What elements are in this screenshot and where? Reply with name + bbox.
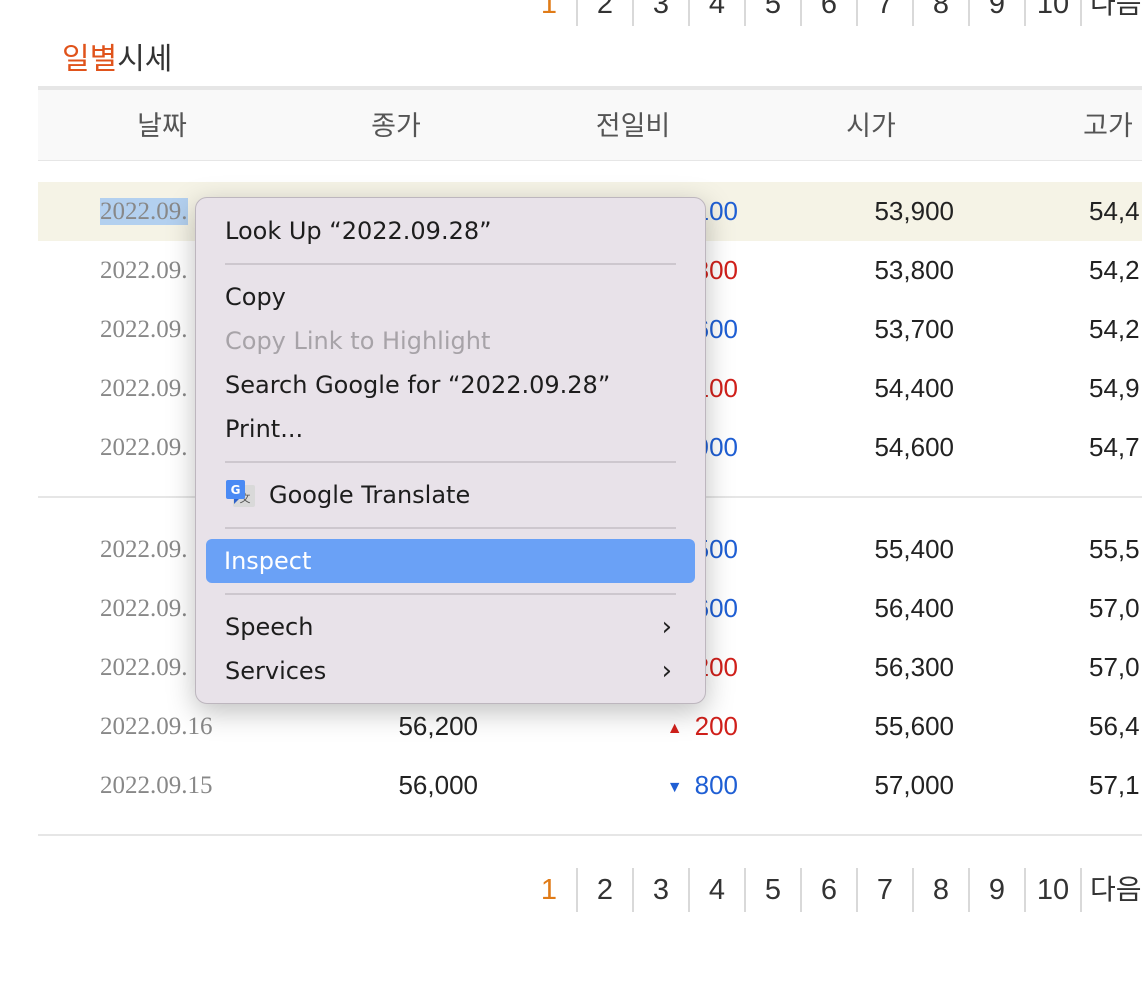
table-header: 날짜 종가 전일비 시가 고가 (38, 90, 1142, 161)
table-row: 2022.09.15 56,000 ▼ 800 57,000 57,1 (38, 756, 1142, 815)
cell-diff: ▲ 200 (667, 697, 738, 756)
page-link-2[interactable]: 2 (578, 0, 634, 26)
header-high: 고가 (1083, 111, 1133, 141)
next-page-label: 다음 (1090, 0, 1142, 19)
cell-high: 57,1 (1089, 770, 1140, 800)
cell-high: 54,7 (1089, 432, 1140, 462)
down-triangle-icon: ▼ (666, 779, 683, 796)
cell-date: 2022.09. (100, 595, 188, 622)
cell-high: 55,5 (1089, 534, 1140, 564)
menu-item-label: Services (225, 657, 327, 685)
page-link-3[interactable]: 3 (634, 868, 690, 912)
page-link-7[interactable]: 7 (858, 0, 914, 26)
menu-item-label: Speech (225, 613, 314, 641)
menu-separator (225, 461, 676, 463)
page-link-5[interactable]: 5 (746, 868, 802, 912)
chevron-right-icon: › (661, 612, 672, 642)
page-link-4[interactable]: 4 (690, 868, 746, 912)
cell-high: 56,4 (1089, 711, 1140, 741)
cell-date: 2022.09.15 (100, 772, 213, 799)
cell-high: 54,4 (1089, 196, 1140, 226)
menu-item-speech[interactable]: Speech › (225, 607, 676, 647)
cell-date: 2022.09.16 (100, 713, 213, 740)
menu-item-inspect[interactable]: Inspect (206, 539, 695, 583)
page-link-5[interactable]: 5 (746, 0, 802, 26)
cell-high: 54,2 (1089, 314, 1140, 344)
cell-high: 57,0 (1089, 593, 1140, 623)
next-page-link[interactable]: 다음 (1082, 0, 1142, 26)
page-link-8[interactable]: 8 (914, 0, 970, 26)
cell-date: 2022.09. (100, 375, 188, 402)
menu-item-copy-link-to-highlight: Copy Link to Highlight (225, 327, 491, 355)
cell-date: 2022.09. (100, 434, 188, 461)
cell-high: 57,0 (1089, 652, 1140, 682)
cell-close: 56,000 (398, 770, 478, 800)
diff-value: 200 (694, 711, 738, 741)
cell-open: 56,300 (874, 652, 954, 682)
cell-high: 54,9 (1089, 373, 1140, 403)
pagination-bottom: 1 2 3 4 5 6 7 8 9 10 다음▶ (522, 868, 1142, 912)
cell-date: 2022.09. (100, 257, 188, 284)
cell-open: 53,900 (874, 196, 954, 226)
cell-open: 57,000 (874, 770, 954, 800)
page-link-4[interactable]: 4 (690, 0, 746, 26)
section-title-highlight: 일별 (62, 43, 118, 76)
pagination-top: 1 2 3 4 5 6 7 8 9 10 다음 (522, 0, 1142, 26)
header-date: 날짜 (137, 111, 187, 141)
table-row: 2022.09.16 56,200 ▲ 200 55,600 56,4 (38, 697, 1142, 756)
menu-separator (225, 593, 676, 595)
next-page-link[interactable]: 다음▶ (1082, 868, 1142, 912)
menu-item-google-translate[interactable]: 文 G Google Translate (225, 475, 676, 515)
section-title-rest: 시세 (117, 43, 173, 76)
menu-item-look-up[interactable]: Look Up “2022.09.28” (225, 211, 676, 251)
page-link-10[interactable]: 10 (1026, 868, 1082, 912)
cell-date: 2022.09. (100, 316, 188, 343)
page-link-9[interactable]: 9 (970, 868, 1026, 912)
menu-separator (225, 527, 676, 529)
context-menu: Look Up “2022.09.28” Copy Copy Link to H… (195, 197, 706, 704)
header-open: 시가 (846, 111, 896, 141)
menu-item-search-google[interactable]: Search Google for “2022.09.28” (225, 365, 676, 405)
cell-close: 56,200 (398, 711, 478, 741)
google-translate-icon: 文 G (226, 480, 255, 507)
up-triangle-icon: ▲ (666, 720, 683, 737)
menu-separator (225, 263, 676, 265)
cell-open: 54,600 (874, 432, 954, 462)
page-link-6[interactable]: 6 (802, 0, 858, 26)
section-title: 일별시세 (62, 34, 172, 78)
page-link-2[interactable]: 2 (578, 868, 634, 912)
page-link-6[interactable]: 6 (802, 868, 858, 912)
cell-diff: ▼ 800 (667, 756, 738, 815)
page-link-1[interactable]: 1 (522, 868, 578, 912)
cell-high: 54,2 (1089, 255, 1140, 285)
menu-item-print[interactable]: Print... (225, 409, 676, 449)
header-diff: 전일비 (595, 111, 671, 141)
cell-open: 53,800 (874, 255, 954, 285)
page-link-7[interactable]: 7 (858, 868, 914, 912)
menu-item-label: Google Translate (269, 481, 471, 509)
table-bottom-border (38, 834, 1142, 836)
cell-date: 2022.09. (100, 654, 188, 681)
cell-open: 55,600 (874, 711, 954, 741)
cell-date[interactable]: 2022.09. (100, 182, 188, 241)
cell-open: 53,700 (874, 314, 954, 344)
cell-date: 2022.09. (100, 536, 188, 563)
cell-open: 56,400 (874, 593, 954, 623)
page-link-8[interactable]: 8 (914, 868, 970, 912)
selected-text: 2022.09. (100, 198, 188, 225)
menu-item-copy[interactable]: Copy (225, 277, 676, 317)
next-page-label: 다음 (1090, 874, 1142, 905)
cell-open: 55,400 (874, 534, 954, 564)
header-close: 종가 (371, 111, 421, 141)
cell-open: 54,400 (874, 373, 954, 403)
page-link-1[interactable]: 1 (522, 0, 578, 26)
svg-text:G: G (231, 483, 241, 497)
diff-value: 800 (694, 770, 738, 800)
menu-item-services[interactable]: Services › (225, 651, 676, 691)
chevron-right-icon: › (661, 656, 672, 686)
page-link-10[interactable]: 10 (1026, 0, 1082, 26)
page-link-9[interactable]: 9 (970, 0, 1026, 26)
page-link-3[interactable]: 3 (634, 0, 690, 26)
